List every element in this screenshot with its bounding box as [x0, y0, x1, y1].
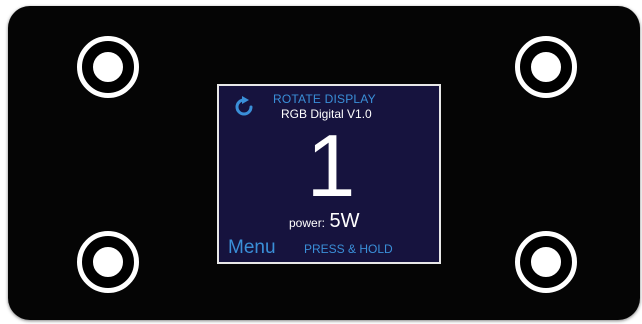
power-readout: power: 5W	[289, 210, 359, 233]
channel-number: 1	[306, 116, 356, 215]
power-label: power:	[289, 216, 326, 230]
screw-top-left-icon	[77, 36, 139, 98]
rotate-display-button[interactable]: ROTATE DISPLAY	[273, 92, 376, 106]
screw-top-right-icon	[515, 36, 577, 98]
power-value: 5W	[329, 210, 360, 232]
screw-bottom-left-icon	[77, 231, 139, 293]
lcd-display: ROTATE DISPLAY RGB Digital V1.0 1 power:…	[217, 84, 441, 264]
screw-bottom-right-icon	[515, 231, 577, 293]
press-hold-hint: PRESS & HOLD	[304, 242, 393, 256]
menu-button[interactable]: Menu	[228, 237, 276, 259]
rotate-icon[interactable]	[232, 95, 256, 119]
